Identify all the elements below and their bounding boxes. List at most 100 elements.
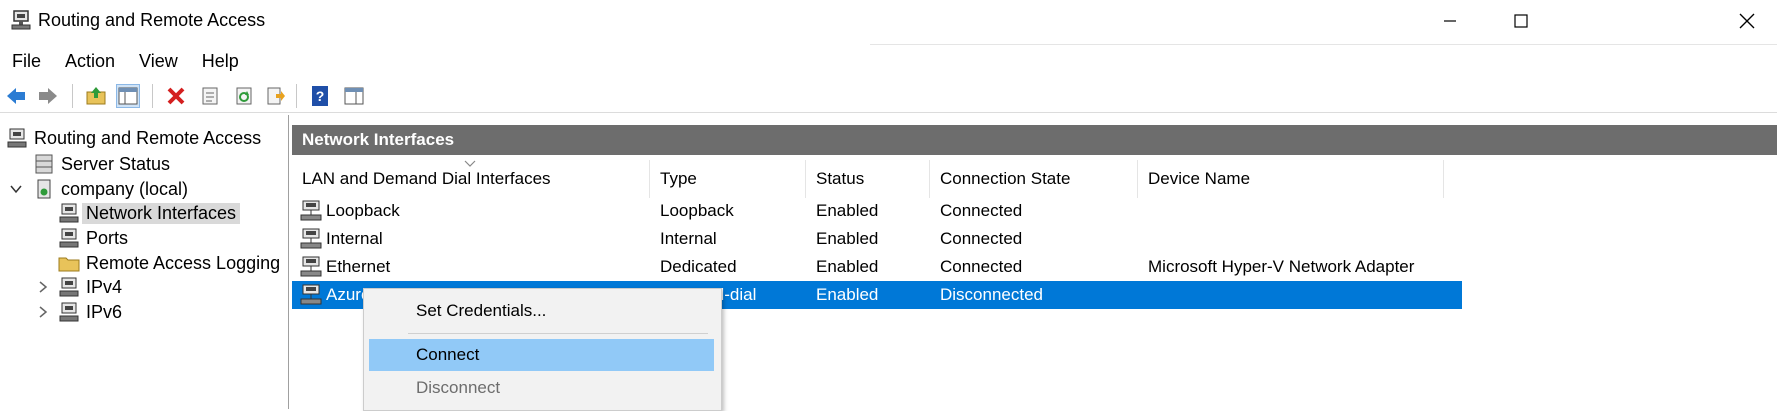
cell-connection-state: Connected <box>940 229 1023 248</box>
console-tree: Routing and Remote Access Server Status … <box>0 115 289 409</box>
tree-label: Server Status <box>61 153 171 174</box>
tree-item-server-status[interactable]: Server Status <box>33 151 170 177</box>
column-header-type[interactable]: Type <box>650 160 806 198</box>
cell-interface-name: Ethernet <box>326 257 391 276</box>
tree-label: Network Interfaces <box>82 202 241 224</box>
server-status-icon <box>35 154 53 174</box>
toolbar: ? <box>0 80 1777 113</box>
toolbar-separator <box>296 84 297 108</box>
properties-button[interactable] <box>198 84 222 108</box>
pane-header: Network Interfaces <box>292 125 1777 155</box>
up-folder-icon <box>86 87 106 105</box>
properties-icon <box>202 87 218 105</box>
tree-item-ipv6[interactable]: IPv6 <box>58 299 122 325</box>
delete-icon <box>167 87 185 105</box>
network-interface-icon <box>300 200 322 221</box>
demand-dial-interface-icon <box>300 284 322 305</box>
delete-button[interactable] <box>164 84 188 108</box>
show-hide-action-pane-icon <box>344 87 364 105</box>
chevron-right-icon[interactable] <box>36 305 50 319</box>
column-header-status[interactable]: Status <box>806 160 930 198</box>
context-menu-separator <box>408 333 708 334</box>
menu-item-connect[interactable]: Connect <box>369 339 714 371</box>
refresh-button[interactable] <box>232 84 256 108</box>
menu-item-disconnect: Disconnect <box>416 378 501 397</box>
show-hide-tree-button[interactable] <box>116 84 140 108</box>
cell-interface-name: Internal <box>326 229 383 248</box>
cell-status: Enabled <box>816 285 879 304</box>
cell-type: Internal <box>660 229 717 248</box>
column-header-device-name[interactable]: Device Name <box>1138 160 1444 198</box>
forward-button[interactable] <box>36 84 60 108</box>
minimize-icon <box>1444 20 1456 22</box>
help-icon: ? <box>312 86 328 106</box>
tree-item-network-interfaces[interactable]: Network Interfaces <box>58 200 241 226</box>
context-menu: Set Credentials... Connect Disconnect <box>363 288 722 411</box>
tree-item-root[interactable]: Routing and Remote Access <box>6 125 261 151</box>
column-header-connection-state[interactable]: Connection State <box>930 160 1138 198</box>
cell-interface-name: Loopback <box>326 201 400 220</box>
show-hide-tree-icon <box>118 87 138 105</box>
svg-text:?: ? <box>316 88 325 104</box>
chevron-right-icon[interactable] <box>36 280 50 294</box>
table-row[interactable]: Internal Internal Enabled Connected <box>292 225 1462 253</box>
tree-label: IPv4 <box>86 276 123 297</box>
server-icon <box>37 179 51 199</box>
table-row[interactable]: Loopback Loopback Enabled Connected <box>292 197 1462 225</box>
forward-arrow-icon <box>39 88 57 104</box>
cell-status: Enabled <box>816 201 879 220</box>
menu-view[interactable]: View <box>127 48 190 74</box>
minimize-button[interactable] <box>1415 0 1485 42</box>
maximize-icon <box>1514 14 1528 28</box>
maximize-button[interactable] <box>1486 0 1556 42</box>
tree-label: company (local) <box>61 178 189 199</box>
menu-action[interactable]: Action <box>53 48 127 74</box>
help-button[interactable]: ? <box>308 84 332 108</box>
toolbar-separator <box>72 84 73 108</box>
sort-indicator-icon <box>464 160 476 167</box>
tree-label: Remote Access Logging <box>86 252 281 273</box>
cell-type: Dedicated <box>660 257 737 276</box>
ipv4-icon <box>59 277 79 297</box>
network-interface-icon <box>300 228 322 249</box>
export-list-icon <box>267 87 285 105</box>
close-icon <box>1739 13 1755 29</box>
routing-icon <box>7 128 27 148</box>
refresh-icon <box>236 87 252 105</box>
cell-device-name: Microsoft Hyper-V Network Adapter <box>1148 257 1415 276</box>
menu-bar: File Action View Help <box>0 48 251 74</box>
back-button[interactable] <box>4 84 28 108</box>
tree-label: IPv6 <box>86 301 123 322</box>
menu-help[interactable]: Help <box>190 48 251 74</box>
routing-app-icon <box>11 10 31 30</box>
tree-item-ipv4[interactable]: IPv4 <box>58 274 122 300</box>
tree-item-ports[interactable]: Ports <box>58 225 128 251</box>
window-title: Routing and Remote Access <box>38 10 266 30</box>
menubar-divider <box>870 44 1777 45</box>
show-hide-action-pane-button[interactable] <box>342 84 366 108</box>
menu-item-set-credentials[interactable]: Set Credentials... <box>369 295 714 327</box>
cell-type: Loopback <box>660 201 734 220</box>
cell-connection-state: Connected <box>940 257 1023 276</box>
table-row[interactable]: Ethernet Dedicated Enabled Connected Mic… <box>292 253 1462 281</box>
network-interface-icon <box>300 256 322 277</box>
back-arrow-icon <box>7 88 25 104</box>
menu-file[interactable]: File <box>0 48 53 74</box>
network-interfaces-icon <box>59 203 79 223</box>
ipv6-icon <box>59 302 79 322</box>
export-list-button[interactable] <box>264 84 288 108</box>
cell-status: Enabled <box>816 257 879 276</box>
cell-connection-state: Disconnected <box>940 285 1044 304</box>
tree-item-remote-access-logging[interactable]: Remote Access Logging <box>58 250 280 276</box>
tree-item-company[interactable]: company (local) <box>33 176 188 202</box>
tree-label: Routing and Remote Access <box>34 127 262 148</box>
chevron-down-icon[interactable] <box>9 182 23 196</box>
close-button[interactable] <box>1717 0 1777 42</box>
ports-icon <box>59 228 79 248</box>
tree-label: Ports <box>86 227 129 248</box>
up-one-level-button[interactable] <box>84 84 108 108</box>
toolbar-separator <box>152 84 153 108</box>
folder-icon <box>58 257 80 272</box>
cell-connection-state: Connected <box>940 201 1023 220</box>
cell-status: Enabled <box>816 229 879 248</box>
